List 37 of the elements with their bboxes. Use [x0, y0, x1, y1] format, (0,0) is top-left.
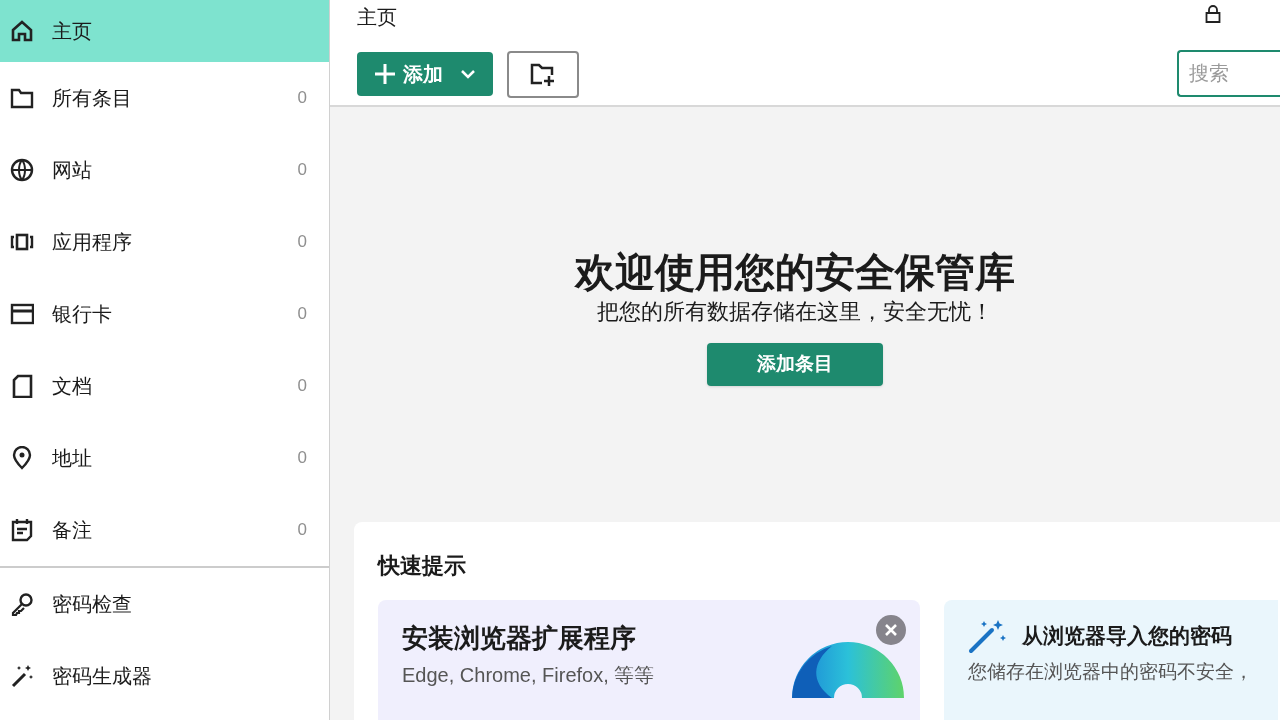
tip-title: 安装浏览器扩展程序 [402, 622, 637, 655]
close-button[interactable] [876, 615, 906, 645]
new-folder-button[interactable] [507, 51, 579, 98]
folder-plus-icon [529, 61, 557, 88]
welcome-subtitle: 把您的所有数据存储在这里，安全无忧！ [597, 298, 993, 326]
document-icon [10, 374, 34, 398]
item-count: 0 [297, 231, 307, 254]
plus-icon [373, 62, 397, 86]
item-count: 0 [297, 159, 307, 182]
tip-text: 您储存在浏览器中的密码不安全， [968, 660, 1254, 684]
key-icon [10, 592, 34, 616]
swirl-logo-icon [792, 642, 904, 698]
lock-icon[interactable] [1204, 4, 1222, 24]
sidebar-item[interactable]: 主页 [0, 0, 329, 62]
item-count: 0 [297, 447, 307, 470]
add-button[interactable]: 添加 [357, 52, 493, 96]
globe-icon [10, 158, 34, 182]
page-title: 主页 [357, 5, 397, 30]
tip-text: Edge, Chrome, Firefox, 等等 [402, 663, 656, 688]
folder-icon [10, 86, 34, 110]
quick-tips-title: 快速提示 [378, 552, 467, 580]
notepad-icon [10, 518, 34, 542]
item-count: 0 [297, 303, 307, 326]
welcome-title: 欢迎使用您的安全保管库 [575, 249, 1015, 296]
add-item-button[interactable]: 添加条目 [707, 343, 883, 386]
home-icon [10, 19, 34, 43]
magic-wand-icon [968, 618, 1008, 654]
card-icon [10, 302, 34, 326]
item-count: 0 [297, 519, 307, 542]
search-field[interactable]: 搜索 [1177, 50, 1280, 97]
location-pin-icon [10, 446, 34, 470]
tip-title: 从浏览器导入您的密码 [1022, 623, 1232, 650]
item-count: 0 [297, 87, 307, 110]
chevron-down-icon [459, 68, 477, 80]
close-icon [884, 623, 898, 637]
magic-wand-icon [10, 664, 34, 688]
item-count: 0 [297, 375, 307, 398]
